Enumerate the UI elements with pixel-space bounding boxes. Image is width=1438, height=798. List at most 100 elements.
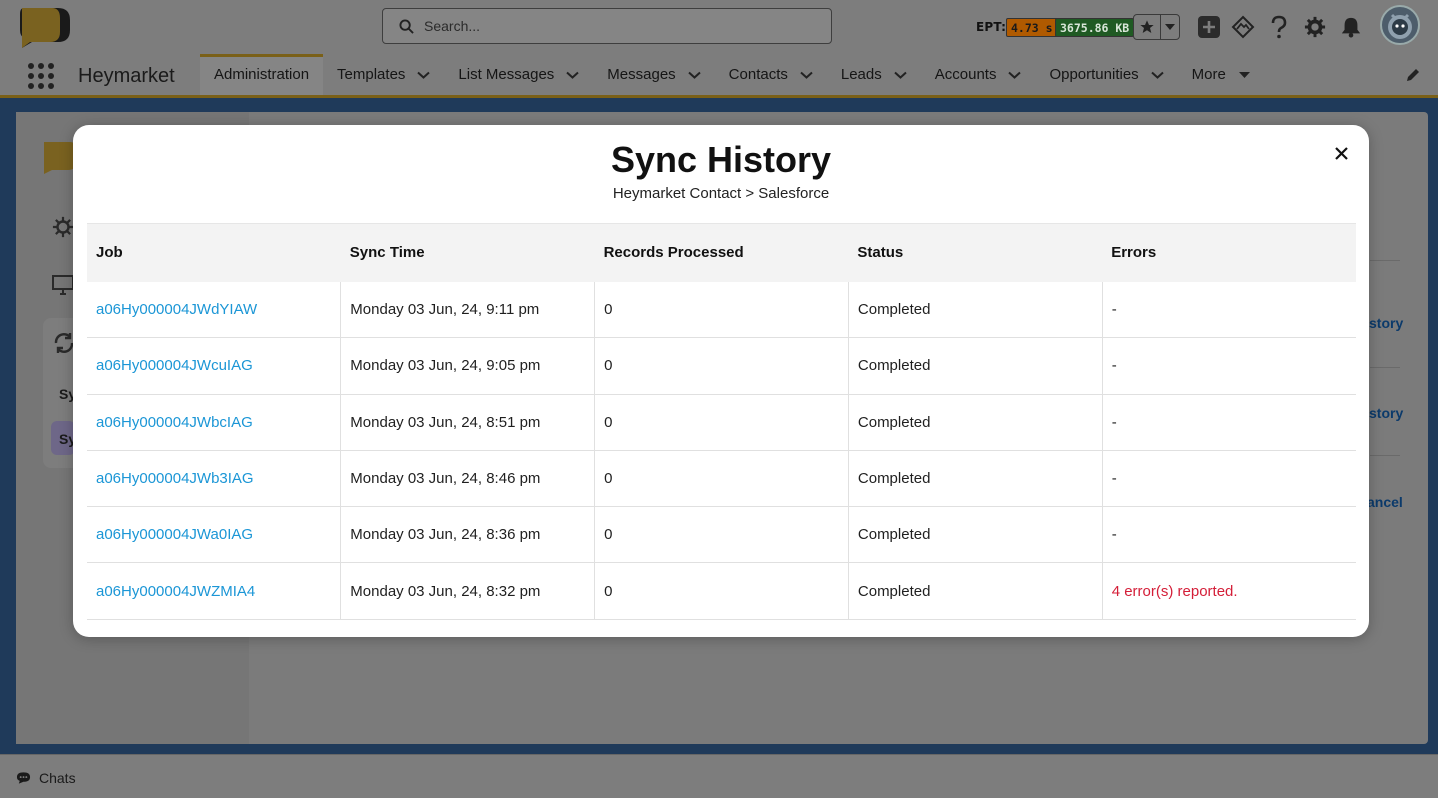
chats-utility-button[interactable]: Chats	[16, 770, 76, 786]
status-cell-text: Completed	[857, 413, 931, 431]
job-cell: a06Hy000004JWcuIAG	[87, 337, 342, 395]
job-cell: a06Hy000004JWb3IAG	[87, 450, 342, 508]
records-processed-cell-text: 0	[604, 582, 613, 600]
help-button[interactable]	[1265, 13, 1293, 41]
errors-cell: 4 error(s) reported.	[1102, 562, 1356, 620]
chevron-down-icon[interactable]	[1008, 71, 1022, 79]
cancel-link[interactable]: ancel	[1367, 494, 1403, 510]
tab-more[interactable]: More	[1178, 54, 1265, 95]
divider	[1370, 260, 1400, 261]
sync-time-cell: Monday 03 Jun, 24, 8:51 pm	[340, 394, 596, 451]
heymarket-logo-icon[interactable]	[18, 4, 72, 48]
plus-icon	[1198, 16, 1220, 38]
job-link[interactable]: a06Hy000004JWb3IAG	[96, 470, 254, 487]
column-header-job: Job	[87, 223, 341, 282]
tab-label: Accounts	[934, 66, 997, 83]
job-cell: a06Hy000004JWZMIA4	[87, 562, 342, 620]
chevron-down-icon[interactable]	[1150, 71, 1164, 79]
column-header-errors: Errors	[1102, 223, 1356, 282]
tab-label: Templates	[337, 66, 406, 83]
sidebar-monitor-icon[interactable]	[52, 275, 74, 295]
tab-accounts[interactable]: Accounts	[921, 54, 1036, 95]
sync-time-cell: Monday 03 Jun, 24, 8:36 pm	[340, 506, 596, 564]
trailhead-button[interactable]	[1229, 13, 1257, 41]
sidebar-gear-icon[interactable]	[52, 216, 74, 238]
records-processed-cell: 0	[594, 562, 849, 620]
job-link[interactable]: a06Hy000004JWbcIAG	[96, 414, 253, 431]
sync-time-cell-text: Monday 03 Jun, 24, 8:36 pm	[350, 526, 541, 544]
ept-memory-badge: 3675.86 KB	[1055, 18, 1135, 37]
caret-down-icon[interactable]	[1238, 71, 1251, 79]
tab-label: More	[1191, 66, 1226, 83]
job-link[interactable]: a06Hy000004JWa0IAG	[96, 526, 253, 543]
notifications-button[interactable]	[1337, 13, 1365, 41]
tab-messages[interactable]: Messages	[593, 54, 714, 95]
records-processed-cell-text: 0	[604, 526, 613, 544]
tab-leads[interactable]: Leads	[827, 54, 921, 95]
column-header-sync-time: Sync Time	[340, 223, 595, 282]
astro-avatar-icon	[1388, 13, 1412, 39]
status-cell: Completed	[848, 506, 1103, 564]
modal-title: Sync History	[610, 139, 832, 180]
status-cell: Completed	[848, 281, 1103, 339]
chevron-down-icon[interactable]	[687, 71, 701, 79]
ept-label: EPT:	[976, 20, 1007, 34]
status-cell-text: Completed	[857, 526, 931, 544]
sync-history-modal: Sync History Heymarket Contact > Salesfo…	[73, 125, 1369, 637]
chevron-down-icon[interactable]	[417, 71, 431, 79]
table-row: a06Hy000004JWdYIAW Monday 03 Jun, 24, 9:1…	[87, 281, 1356, 339]
ept-time-badge: 4.73 s	[1006, 18, 1058, 37]
job-link[interactable]: a06Hy000004JWcuIAG	[96, 357, 253, 374]
errors-cell-text: -	[1111, 413, 1117, 431]
sync-time-cell: Monday 03 Jun, 24, 8:46 pm	[340, 450, 596, 508]
app-launcher-icon[interactable]	[28, 63, 54, 89]
view-history-link-1[interactable]: story	[1369, 315, 1403, 331]
favorites-control	[1133, 14, 1180, 40]
utility-bar: Chats	[0, 754, 1438, 798]
tab-contacts[interactable]: Contacts	[715, 54, 827, 95]
job-link[interactable]: a06Hy000004JWZMIA4	[96, 583, 255, 600]
errors-cell-text: -	[1111, 470, 1117, 488]
status-cell: Completed	[848, 562, 1103, 620]
errors-cell: -	[1102, 281, 1356, 339]
global-actions-button[interactable]	[1195, 13, 1223, 41]
user-avatar[interactable]	[1380, 5, 1420, 45]
records-processed-cell: 0	[594, 450, 849, 508]
tab-opportunities[interactable]: Opportunities	[1035, 54, 1177, 95]
modal-subtitle: Heymarket Contact > Salesforce	[612, 185, 830, 202]
chevron-down-icon[interactable]	[894, 71, 907, 79]
search-input[interactable]	[424, 18, 804, 34]
table-row: a06Hy000004JWa0IAG Monday 03 Jun, 24, 8:3…	[87, 506, 1356, 564]
tab-templates[interactable]: Templates	[323, 54, 444, 95]
column-header-records-processed: Records Processed	[594, 223, 849, 282]
records-processed-cell: 0	[594, 506, 849, 564]
table-row: a06Hy000004JWcuIAG Monday 03 Jun, 24, 9:0…	[87, 337, 1356, 395]
job-link[interactable]: a06Hy000004JWdYIAW	[96, 301, 257, 318]
status-cell: Completed	[848, 394, 1103, 451]
errors-cell: -	[1102, 394, 1356, 451]
table-header-row: Job Sync Time Records Processed Status E…	[87, 223, 1356, 282]
global-header: EPT: 4.73 s 3675.86 KB	[0, 0, 1438, 54]
errors-cell: -	[1102, 450, 1356, 508]
view-history-link-2[interactable]: story	[1369, 405, 1403, 421]
sync-time-cell: Monday 03 Jun, 24, 8:32 pm	[340, 562, 596, 620]
tab-administration[interactable]: Administration	[200, 54, 324, 95]
tab-list-messages[interactable]: List Messages	[444, 54, 593, 95]
edit-nav-button[interactable]	[1405, 67, 1421, 88]
table-row: a06Hy000004JWb3IAG Monday 03 Jun, 24, 8:4…	[87, 450, 1356, 508]
records-processed-cell: 0	[594, 337, 849, 395]
setup-button[interactable]	[1301, 13, 1329, 41]
sync-time-cell: Monday 03 Jun, 24, 9:11 pm	[340, 281, 596, 339]
gear-icon	[1304, 16, 1326, 38]
table-row: a06Hy000004JWZMIA4 Monday 03 Jun, 24, 8:3…	[87, 562, 1356, 620]
errors-cell-text: -	[1111, 300, 1117, 318]
records-processed-cell-text: 0	[604, 300, 613, 318]
favorite-star-button[interactable]	[1134, 15, 1161, 39]
chevron-down-icon[interactable]	[566, 71, 579, 79]
caret-down-icon	[1165, 24, 1175, 30]
star-icon	[1140, 20, 1154, 33]
global-search[interactable]	[382, 8, 832, 44]
favorites-menu-button[interactable]	[1161, 15, 1179, 39]
sync-time-cell-text: Monday 03 Jun, 24, 8:46 pm	[350, 470, 541, 488]
chevron-down-icon[interactable]	[800, 71, 813, 79]
